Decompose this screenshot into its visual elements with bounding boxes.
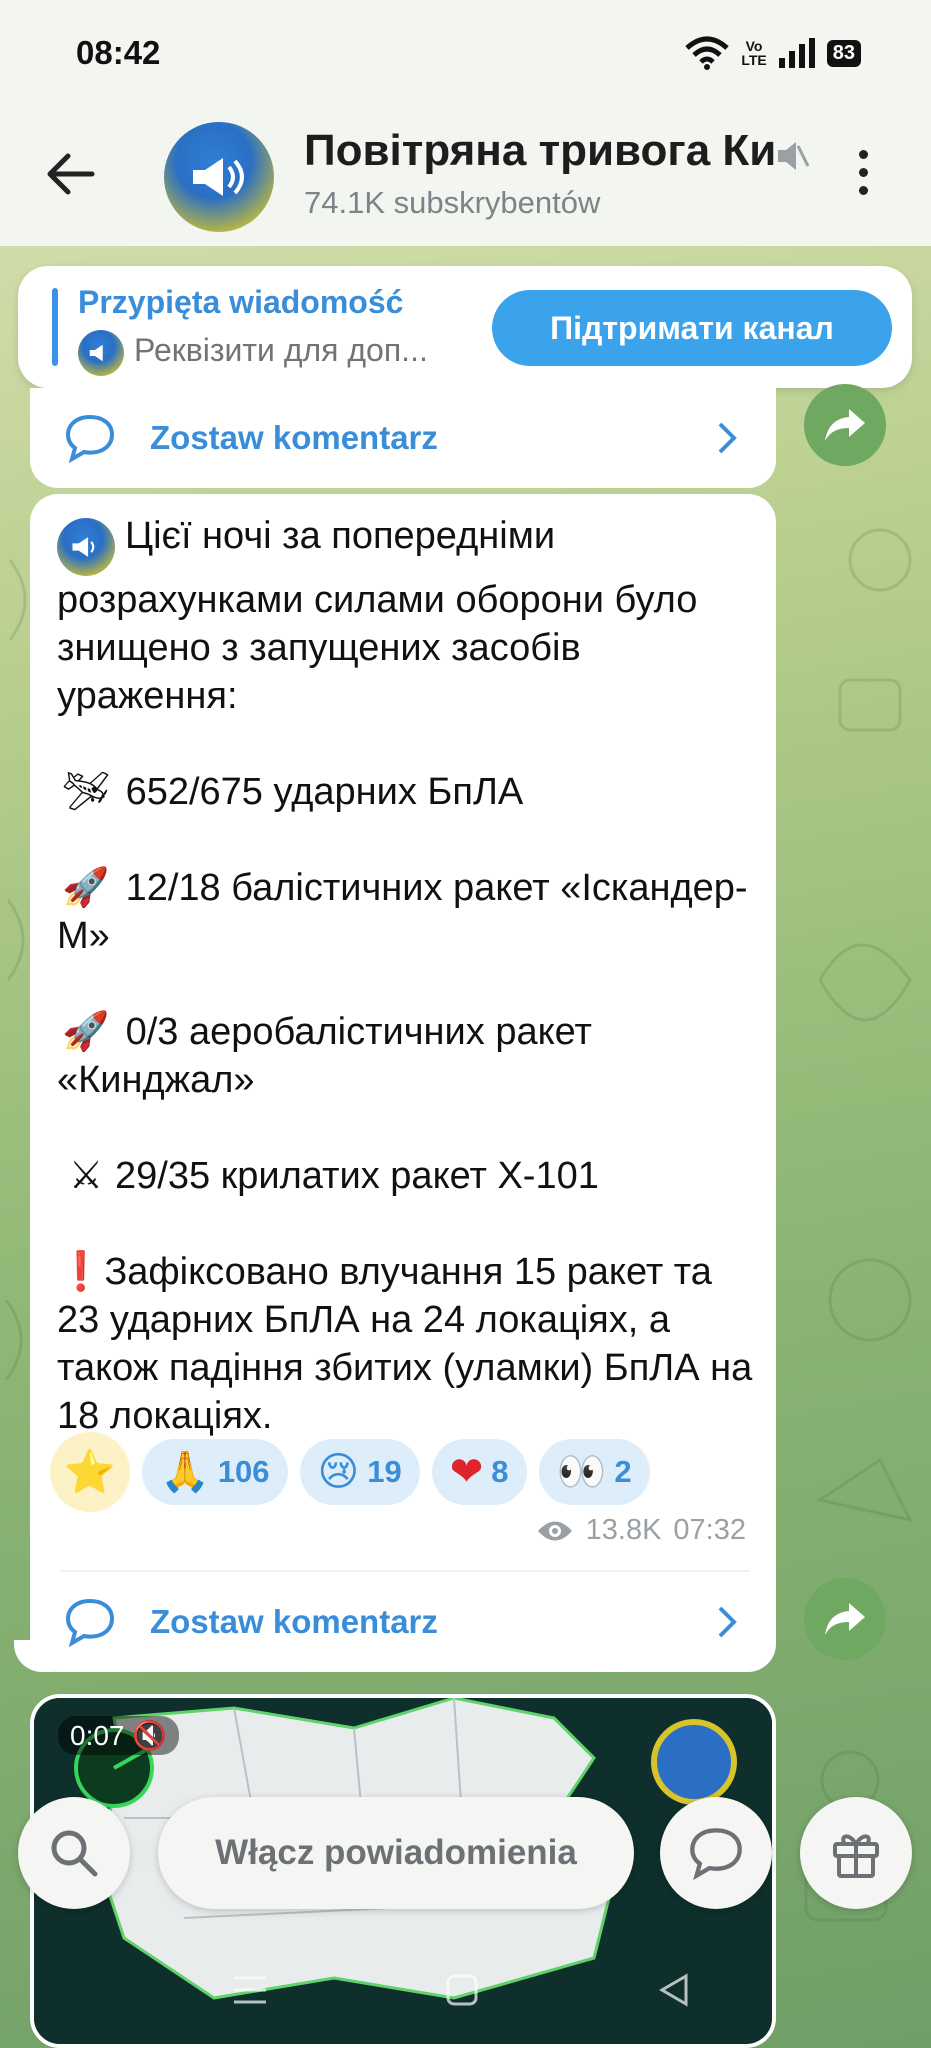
megaphone-icon <box>193 158 244 196</box>
chevron-right-icon <box>718 1606 737 1638</box>
battery-indicator: 83 <box>826 39 861 67</box>
nav-menu-icon[interactable] <box>230 1972 270 2008</box>
reaction-pray[interactable]: 🙏 106 <box>142 1439 288 1505</box>
muted-icon <box>778 142 810 170</box>
message-text: Цієї ночі за попередніми розрахунками си… <box>57 512 757 1440</box>
status-icons: Vo LTE 83 <box>685 36 861 70</box>
message-avatar-emoji <box>57 518 115 576</box>
view-count: 13.8K <box>585 1514 662 1546</box>
search-icon <box>51 1830 98 1877</box>
pinned-title: Przypięta wiadomość <box>78 284 404 320</box>
pinned-avatar <box>78 330 124 376</box>
gift-button[interactable] <box>800 1797 912 1909</box>
views-eye-icon <box>537 1521 572 1540</box>
reactions-bar: ⭐ 🙏 106 😢 19 ❤ 8 👀 2 <box>50 1432 650 1512</box>
cruise-line: 29/35 крилатих ракет Х-101 <box>115 1155 599 1197</box>
megaphone-icon <box>72 537 95 557</box>
message-time: 07:32 <box>673 1514 746 1546</box>
comment-icon <box>65 414 115 463</box>
gift-icon <box>833 1834 879 1878</box>
megaphone-icon <box>89 344 103 362</box>
share-icon <box>825 409 865 441</box>
share-button[interactable] <box>804 384 886 466</box>
status-time: 08:42 <box>76 34 161 71</box>
reaction-cry[interactable]: 😢 19 <box>299 1439 420 1505</box>
share-icon <box>825 1603 865 1635</box>
comments-button[interactable] <box>660 1797 772 1909</box>
nav-home-icon[interactable] <box>444 1972 480 2008</box>
pinned-text: Реквізити для доп... <box>134 332 428 368</box>
drones-line: 652/675 ударних БпЛА <box>125 771 524 813</box>
reaction-eyes[interactable]: 👀 2 <box>538 1439 650 1505</box>
comment-row[interactable]: Zostaw komentarz <box>30 1572 776 1672</box>
comment-icon <box>65 1598 115 1647</box>
enable-notifications-button[interactable]: Włącz powiadomienia <box>158 1797 634 1909</box>
comment-icon <box>690 1828 742 1880</box>
cruise-missile-icon: ⚔ <box>68 1155 104 1197</box>
comment-label: Zostaw komentarz <box>150 1603 438 1640</box>
support-channel-button[interactable]: Підтримати канал <box>492 290 892 366</box>
star-reaction[interactable]: ⭐ <box>50 1432 130 1512</box>
message-intro: Цієї ночі за попередніми розрахунками си… <box>57 515 698 717</box>
back-arrow-icon[interactable] <box>44 148 96 200</box>
signal-icon <box>778 38 815 68</box>
wifi-icon <box>685 36 730 70</box>
comment-row[interactable]: Zostaw komentarz <box>30 388 776 488</box>
video-duration: 0:07 🔇 <box>58 1716 180 1755</box>
pinned-indicator <box>52 288 58 366</box>
reaction-heart[interactable]: ❤ 8 <box>431 1439 527 1505</box>
ballistic-line: 12/18 балістичних ракет «Іскандер-М» <box>57 867 748 957</box>
rocket-icon: 🚀 <box>62 1011 110 1053</box>
more-options-icon[interactable] <box>859 150 871 204</box>
message-bubble: Цієї ночі за попередніми розрахунками си… <box>30 494 776 1672</box>
nav-back-icon[interactable] <box>656 1972 692 2008</box>
share-button[interactable] <box>804 1578 886 1660</box>
volte-icon: Vo LTE <box>741 38 767 68</box>
channel-title[interactable]: Повітряна тривога Київ <box>304 126 774 176</box>
missile-icon: 🚀 <box>62 867 110 909</box>
drone-icon: 🛩 <box>61 771 111 813</box>
previous-message-bubble: Zostaw komentarz <box>30 388 776 488</box>
search-button[interactable] <box>18 1797 130 1909</box>
app-header: 08:42 Vo LTE 83 Повітряна тривога Київ 74… <box>0 0 931 246</box>
message-meta: 13.8K 07:32 <box>536 1514 746 1547</box>
hits-line: Зафіксовано влучання 15 ракет та 23 удар… <box>57 1251 753 1437</box>
chevron-right-icon <box>718 422 737 454</box>
channel-avatar[interactable] <box>164 122 274 232</box>
pinned-message-bar[interactable]: Przypięta wiadomość Реквізити для доп...… <box>18 266 912 388</box>
exclamation-icon: ❗ <box>57 1251 105 1293</box>
comment-label: Zostaw komentarz <box>150 419 438 456</box>
subscriber-count: 74.1K subskrybentów <box>304 185 601 220</box>
aeroballistic-line: 0/3 аеробалістичних ракет «Кинджал» <box>57 1011 592 1101</box>
